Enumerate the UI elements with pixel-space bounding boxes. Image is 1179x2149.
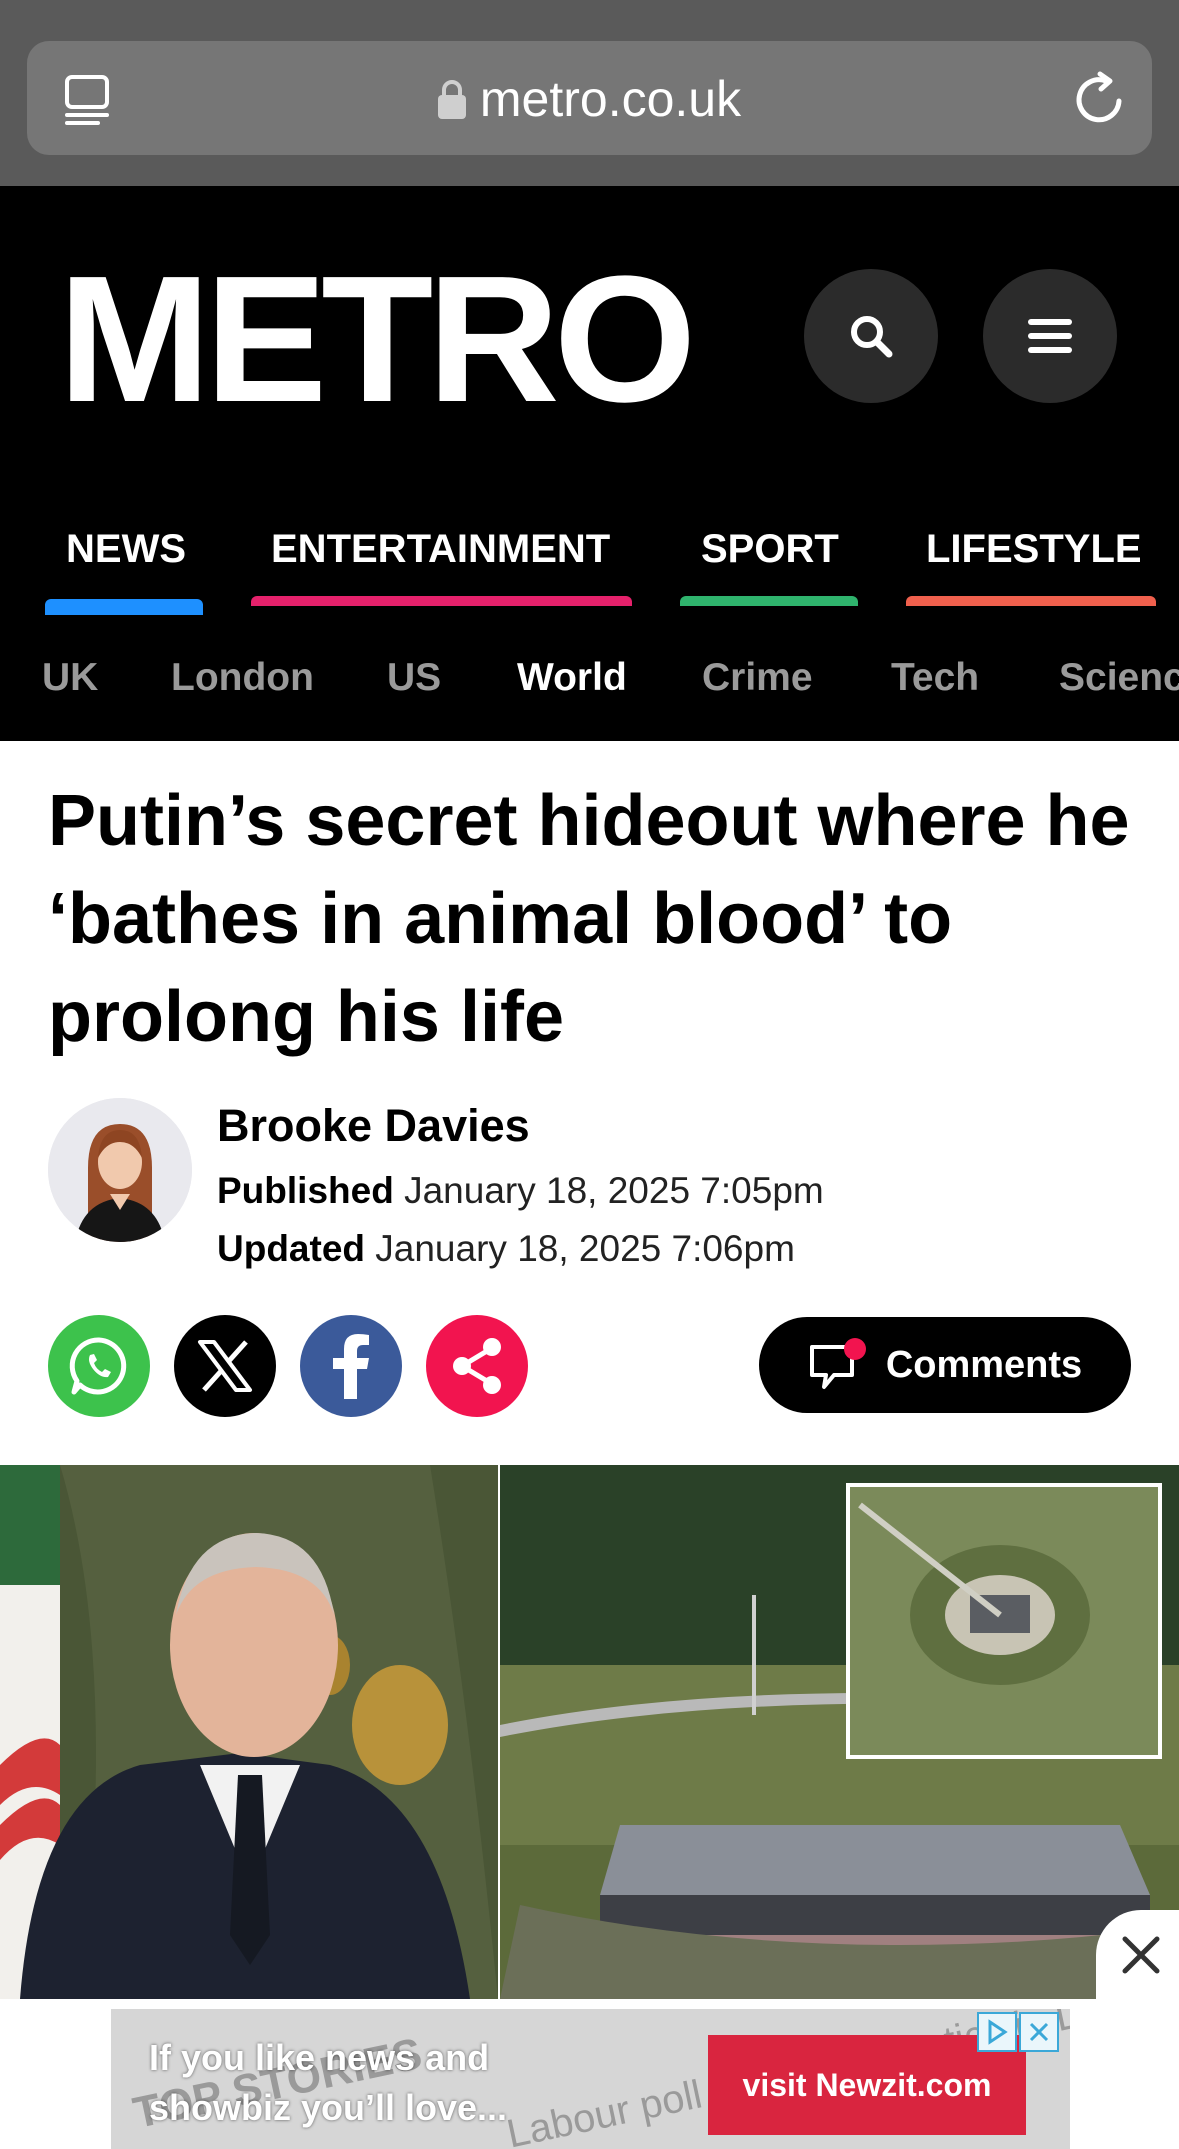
ad-text: If you like news and showbiz you’ll love… [149, 2033, 507, 2133]
published-label: Published [217, 1170, 394, 1211]
ad-banner[interactable]: TOP STORIES Labour poll p... voting tact… [111, 2009, 1070, 2149]
subnav-crime[interactable]: Crime [702, 656, 813, 700]
comments-label: Comments [885, 1343, 1083, 1386]
tab-sport-underline [680, 596, 858, 606]
subnav-london[interactable]: London [171, 656, 314, 700]
share-button[interactable] [426, 1315, 528, 1417]
hamburger-icon [1028, 319, 1072, 353]
menu-button[interactable] [983, 269, 1117, 403]
browser-toolbar: metro.co.uk [0, 0, 1179, 186]
comment-icon [809, 1338, 866, 1389]
comments-button[interactable]: Comments [759, 1317, 1131, 1413]
ad-choices-icon[interactable] [977, 2012, 1017, 2052]
subnav-us[interactable]: US [387, 656, 441, 700]
close-icon [1122, 1936, 1160, 1974]
reload-icon[interactable] [1070, 70, 1128, 128]
whatsapp-share-button[interactable] [48, 1315, 150, 1417]
article-headline: Putin’s secret hideout where he ‘bathes … [48, 781, 1130, 1057]
whatsapp-icon [69, 1337, 127, 1395]
ad-text-line-2: showbiz you’ll love... [149, 2087, 508, 2128]
ad-close-icon[interactable] [1019, 2012, 1059, 2052]
tab-entertainment-underline [251, 596, 632, 606]
site-logo[interactable]: METRO [58, 250, 696, 430]
search-button[interactable] [804, 269, 938, 403]
updated-date: January 18, 2025 7:06pm [375, 1228, 795, 1269]
tab-entertainment[interactable]: ENTERTAINMENT [271, 527, 610, 572]
subnav-world[interactable]: World [517, 656, 627, 700]
published-line: Published January 18, 2025 7:05pm [217, 1170, 824, 1212]
facebook-share-button[interactable] [300, 1315, 402, 1417]
tab-sport[interactable]: SPORT [701, 527, 839, 572]
close-ad-button[interactable] [1096, 1910, 1179, 2000]
author-name[interactable]: Brooke Davies [217, 1100, 530, 1152]
subnav-uk[interactable]: UK [42, 656, 98, 700]
ad-text-line-1: If you like news and [149, 2037, 490, 2078]
subnav-science[interactable]: Scienc [1059, 656, 1179, 700]
x-share-button[interactable] [174, 1315, 276, 1417]
url-text[interactable]: metro.co.uk [480, 71, 741, 127]
tab-news[interactable]: NEWS [66, 527, 186, 572]
share-icon [453, 1338, 501, 1394]
article-hero-image[interactable] [0, 1465, 1179, 1999]
tab-lifestyle-underline [906, 596, 1156, 606]
x-logo-icon [198, 1340, 252, 1392]
facebook-icon [333, 1334, 369, 1399]
subnav-tech[interactable]: Tech [891, 656, 979, 700]
author-avatar[interactable] [48, 1098, 192, 1242]
updated-line: Updated January 18, 2025 7:06pm [217, 1228, 795, 1270]
lock-icon [437, 79, 466, 119]
updated-label: Updated [217, 1228, 365, 1269]
tab-lifestyle[interactable]: LIFESTYLE [926, 527, 1142, 572]
search-icon [851, 316, 893, 358]
published-date: January 18, 2025 7:05pm [404, 1170, 824, 1211]
tab-news-underline [45, 599, 203, 615]
